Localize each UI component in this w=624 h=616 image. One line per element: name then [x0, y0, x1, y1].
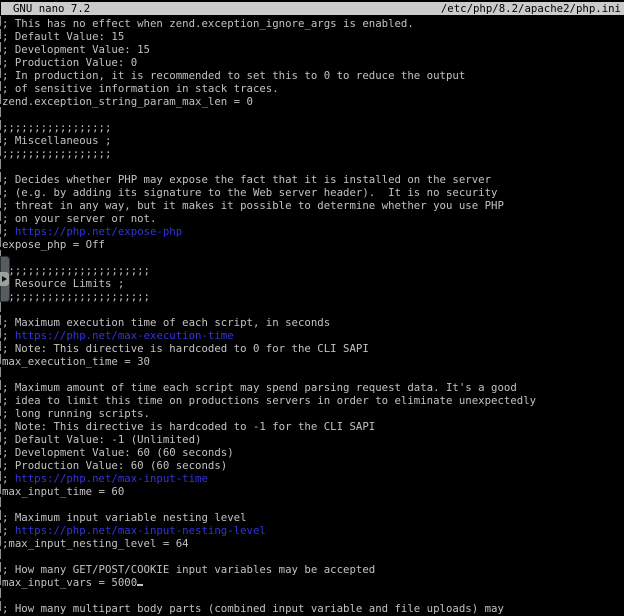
terminal-left-border	[0, 16, 1, 611]
buffer-line: ;;;;;;;;;;;;;;;;;;;;;;;	[2, 290, 624, 303]
buffer-line: ; How many multipart body parts (combine…	[2, 602, 624, 615]
buffer-line: ; of sensitive information in stack trac…	[2, 82, 624, 95]
buffer-line: ; How many GET/POST/COOKIE input variabl…	[2, 563, 624, 576]
buffer-line	[2, 498, 624, 511]
buffer-line: ; Development Value: 15	[2, 43, 624, 56]
buffer-line: ; Development Value: 60 (60 seconds)	[2, 446, 624, 459]
buffer-line	[2, 303, 624, 316]
php-net-link[interactable]: https://php.net/max-input-nesting-level	[15, 524, 266, 537]
buffer-line: max_execution_time = 30	[2, 355, 624, 368]
buffer-line	[2, 108, 624, 121]
buffer-line: ; Default Value: 15	[2, 30, 624, 43]
buffer-line: ; threat in any way, but it makes it pos…	[2, 199, 624, 212]
text-cursor	[137, 584, 143, 586]
buffer-line	[2, 251, 624, 264]
buffer-line: ; In production, it is recommended to se…	[2, 69, 624, 82]
buffer-line: ; on your server or not.	[2, 212, 624, 225]
buffer-line: ; Note: This directive is hardcoded to 0…	[2, 342, 624, 355]
nano-titlebar: GNU nano 7.2 /etc/php/8.2/apache2/php.in…	[1, 2, 624, 15]
buffer-line: ; Maximum input variable nesting level	[2, 511, 624, 524]
buffer-line: ;;;;;;;;;;;;;;;;;;;;;;;	[2, 264, 624, 277]
buffer-line: ; long running scripts.	[2, 407, 624, 420]
buffer-line	[2, 589, 624, 602]
php-net-link[interactable]: https://php.net/expose-php	[15, 225, 182, 238]
expand-arrow-icon	[0, 272, 9, 286]
buffer-line: max_input_vars = 5000	[2, 576, 624, 589]
buffer-line: ; https://php.net/max-input-nesting-leve…	[2, 524, 624, 537]
buffer-line	[2, 368, 624, 381]
buffer-line: ; Production Value: 60 (60 seconds)	[2, 459, 624, 472]
buffer-line: ;max_input_nesting_level = 64	[2, 537, 624, 550]
buffer-line: ;;;;;;;;;;;;;;;;;	[2, 147, 624, 160]
buffer-line: ; https://php.net/max-input-time	[2, 472, 624, 485]
buffer-line: ; Maximum execution time of each script,…	[2, 316, 624, 329]
app-title: GNU nano 7.2	[13, 2, 90, 15]
buffer-line: ; Miscellaneous ;	[2, 134, 624, 147]
buffer-line: ;;;;;;;;;;;;;;;;;	[2, 121, 624, 134]
buffer-line: ; (e.g. by adding its signature to the W…	[2, 186, 624, 199]
buffer-line: ; Decides whether PHP may expose the fac…	[2, 173, 624, 186]
editor-buffer[interactable]: ; This has no effect when zend.exception…	[2, 17, 624, 615]
buffer-line: ; https://php.net/max-execution-time	[2, 329, 624, 342]
buffer-line: ; Maximum amount of time each script may…	[2, 381, 624, 394]
buffer-line: max_input_time = 60	[2, 485, 624, 498]
buffer-line	[2, 160, 624, 173]
buffer-line: ; idea to limit this time on productions…	[2, 394, 624, 407]
buffer-line: ; Note: This directive is hardcoded to -…	[2, 420, 624, 433]
buffer-line: ; Default Value: -1 (Unlimited)	[2, 433, 624, 446]
buffer-line: ; This has no effect when zend.exception…	[2, 17, 624, 30]
buffer-line: ; Production Value: 0	[2, 56, 624, 69]
buffer-line: zend.exception_string_param_max_len = 0	[2, 95, 624, 108]
buffer-line: ; Resource Limits ;	[2, 277, 624, 290]
play-triangle-icon	[2, 276, 7, 282]
php-net-link[interactable]: https://php.net/max-input-time	[15, 472, 208, 485]
side-panel-handle[interactable]	[0, 256, 10, 302]
buffer-line	[2, 550, 624, 563]
file-path: /etc/php/8.2/apache2/php.ini	[441, 2, 621, 15]
php-net-link[interactable]: https://php.net/max-execution-time	[15, 329, 234, 342]
buffer-line: expose_php = Off	[2, 238, 624, 251]
buffer-line: ; https://php.net/expose-php	[2, 225, 624, 238]
